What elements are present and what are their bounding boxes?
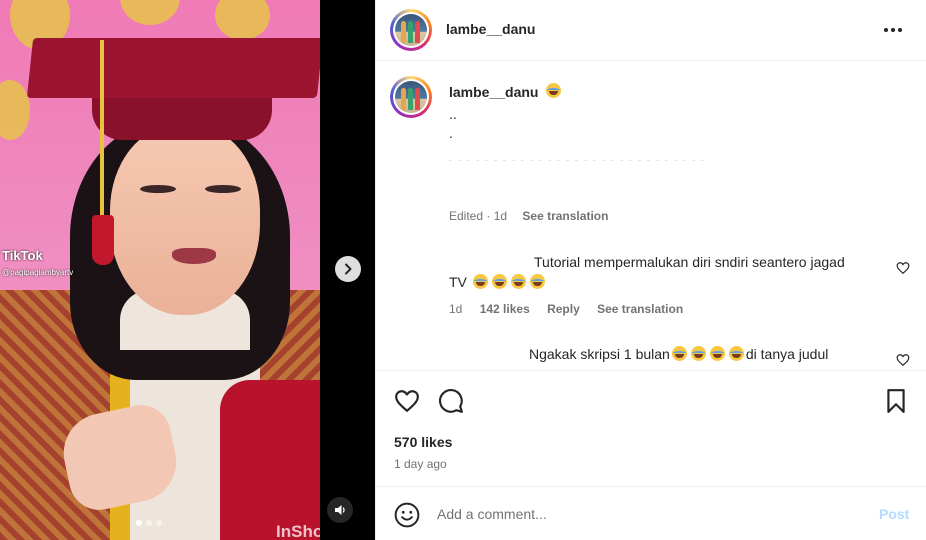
add-comment-input[interactable] [437,503,857,525]
speaker-icon [335,505,345,515]
background-balloon [120,0,180,25]
background-balloon [0,80,30,140]
comment-meta: 1d 142 likes Reply See translation [449,302,697,316]
face [110,125,260,315]
caption-meta: Edited · 1d See translation [449,209,608,223]
likes-count[interactable]: 570 likes [394,434,452,450]
post-actions: 570 likes 1 day ago [376,370,926,486]
laughing-emoji-icon [728,346,744,361]
comment-time[interactable]: 1d [449,302,462,316]
cap-tassel [100,40,104,220]
more-options-button[interactable] [884,22,906,38]
laughing-emoji-icon [491,274,507,289]
like-heart-icon[interactable] [394,388,420,414]
post-header: lambe__danu [376,0,926,61]
post-comment-button[interactable]: Post [879,506,909,522]
cap-tassel-end [92,215,114,265]
ellipsis-dot [898,28,902,32]
comment-bubble-icon[interactable] [438,388,464,414]
mouth [172,248,216,264]
edited-label: Edited · 1d [449,209,508,223]
like-comment-heart-icon[interactable] [896,353,910,367]
comment-likes[interactable]: 142 likes [480,302,530,316]
tiktok-handle-watermark: @pagipagiambyartv [2,268,74,277]
eye-left [140,185,176,193]
see-translation-link[interactable]: See translation [522,209,608,223]
chevron-right-icon [345,263,352,275]
caption-username[interactable]: lambe__danu [449,84,538,100]
comments-section[interactable]: lambe__danu .. . Edited · 1d See transla… [376,62,926,370]
instagram-post-modal: TikTok @pagipagiambyartv InShot [0,0,926,540]
comment-composer: Post [376,486,926,540]
laughing-emoji-icon [709,346,725,361]
post-details-panel: lambe__danu lambe__danu .. . Edited · 1d… [375,0,926,540]
inshot-watermark: InShot [276,522,320,540]
laughing-emoji-icon [472,274,488,289]
like-comment-heart-icon[interactable] [896,261,910,275]
laughing-emoji-icon [510,274,526,289]
laughing-emoji-icon [690,346,706,361]
carousel-indicator [136,520,162,526]
grin-emoji-icon [546,83,562,99]
comment-text: Tutorial mempermalukan diri sndiri seant… [449,254,845,290]
laughing-emoji-icon [671,346,687,361]
laughing-emoji-icon [529,274,545,289]
post-media-video[interactable]: TikTok @pagipagiambyartv InShot [0,0,320,540]
carousel-next-button[interactable] [335,256,361,282]
carousel-dot [146,520,152,526]
comment-text: Ngakak skripsi 1 bulan di tanya judul [529,346,829,362]
avatar[interactable] [390,9,432,51]
carousel-dot [156,520,162,526]
see-translation-link[interactable]: See translation [597,302,683,316]
caption-line: .. [449,106,457,122]
mute-button[interactable] [327,497,353,523]
carousel-dot [136,520,142,526]
tiktok-watermark: TikTok [2,248,43,263]
caption-faded-text [449,160,709,161]
caption-line: . [449,125,453,141]
emoji-picker-icon[interactable] [394,502,420,528]
ellipsis-dot [884,28,888,32]
post-author-username[interactable]: lambe__danu [446,21,535,37]
background-balloon [215,0,270,40]
reply-button[interactable]: Reply [547,302,580,316]
caption-avatar[interactable] [390,76,432,118]
graduation-cap [26,38,320,98]
ellipsis-dot [891,28,895,32]
robe-sleeve [220,380,320,540]
eye-right [205,185,241,193]
post-timestamp[interactable]: 1 day ago [394,457,447,471]
save-bookmark-icon[interactable] [883,388,909,414]
